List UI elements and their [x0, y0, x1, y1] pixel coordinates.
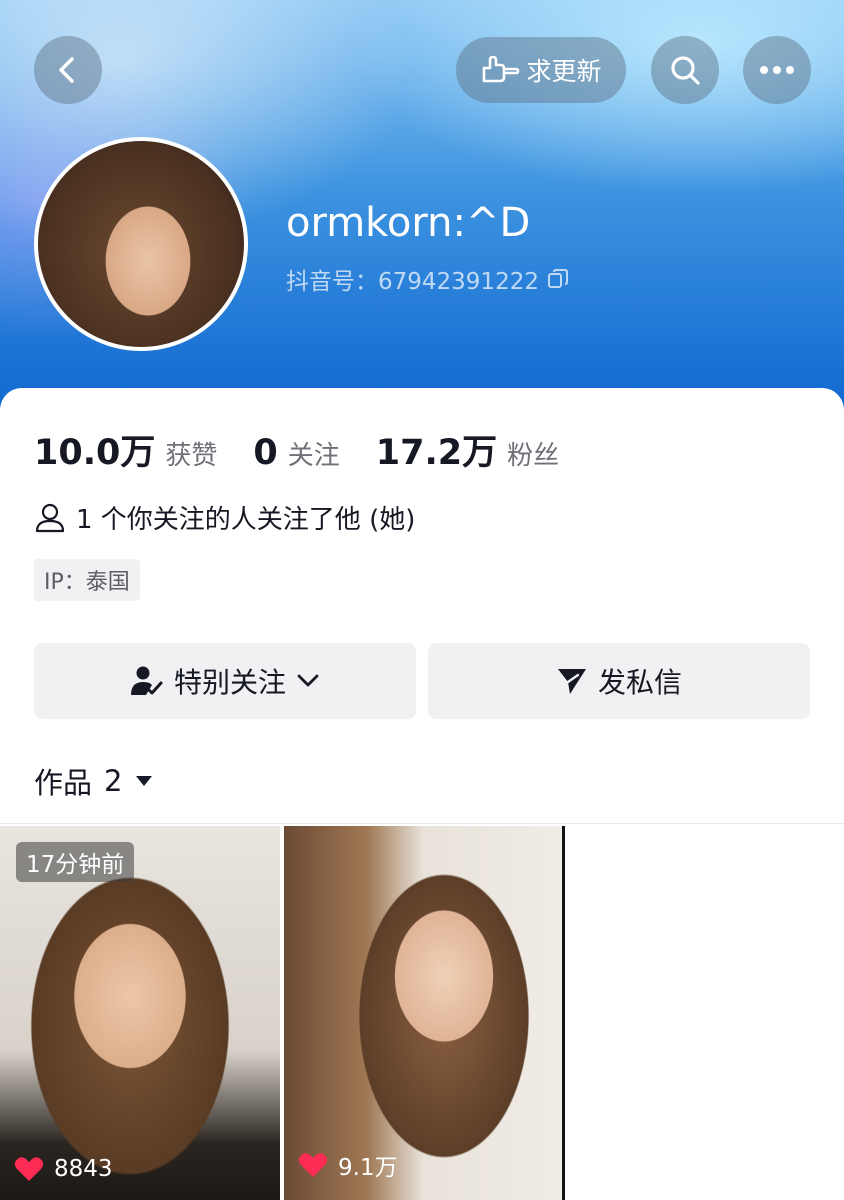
send-message-button[interactable]: 发私信: [428, 643, 810, 719]
followed-user-icon: [130, 666, 163, 695]
special-follow-label: 特别关注: [173, 666, 286, 699]
more-dots-icon: [760, 66, 794, 74]
works-tab[interactable]: 作品 2: [34, 760, 154, 802]
chevron-down-icon: [297, 674, 319, 687]
copy-icon[interactable]: [547, 268, 569, 290]
works-tab-label: 作品: [34, 766, 93, 800]
request-update-label: 求更新: [526, 57, 602, 86]
person-icon: [35, 503, 65, 532]
following-label: 关注: [287, 441, 340, 471]
pointing-hand-icon: [483, 55, 520, 83]
more-button[interactable]: [743, 36, 811, 104]
back-chevron-icon: [59, 57, 74, 83]
search-icon: [671, 56, 700, 85]
video-likes: 9.1万: [298, 1148, 398, 1182]
video-likes-count: 9.1万: [338, 1155, 398, 1181]
send-message-label: 发私信: [597, 666, 682, 699]
special-follow-button[interactable]: 特别关注: [34, 643, 416, 719]
post-time-badge: 17分钟前: [16, 842, 135, 882]
video-thumbnail[interactable]: 17分钟前 8843: [0, 826, 280, 1200]
following-count[interactable]: 0: [253, 433, 277, 473]
works-count: 2: [104, 764, 123, 798]
profile-stats: 10.0万 获赞 0 关注 17.2万 粉丝: [34, 424, 595, 475]
video-thumbnail[interactable]: 9.1万: [284, 826, 565, 1200]
heart-icon: [298, 1153, 328, 1177]
back-button[interactable]: [34, 36, 102, 104]
search-button[interactable]: [651, 36, 719, 104]
tab-divider: [0, 823, 844, 824]
mutual-follow-text: 1 个你关注的人关注了他 (她): [76, 505, 416, 535]
video-likes: 8843: [14, 1156, 113, 1182]
followers-count[interactable]: 17.2万: [376, 424, 497, 475]
caret-down-icon: [136, 776, 153, 786]
douyin-id: 抖音号：67942391222: [286, 262, 569, 296]
followers-label: 粉丝: [507, 441, 560, 471]
mutual-follow-info[interactable]: 1 个你关注的人关注了他 (她): [34, 499, 415, 536]
likes-label: 获赞: [165, 441, 218, 471]
send-message-icon: [557, 669, 586, 694]
request-update-button[interactable]: 求更新: [456, 37, 626, 103]
likes-count[interactable]: 10.0万: [34, 424, 155, 475]
douyin-id-text: 抖音号：67942391222: [286, 269, 539, 295]
username: ormkorn:^D: [286, 200, 531, 246]
video-likes-count: 8843: [54, 1156, 113, 1182]
heart-icon: [14, 1157, 44, 1181]
avatar[interactable]: [34, 137, 248, 351]
ip-location-badge: IP：泰国: [34, 559, 140, 601]
